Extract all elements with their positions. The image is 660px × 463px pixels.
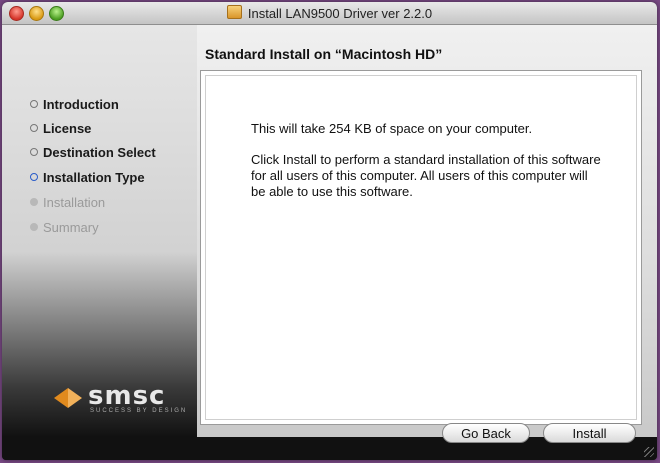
window-title: Install LAN9500 Driver ver 2.2.0 (247, 6, 433, 21)
title-bar[interactable]: Install LAN9500 Driver ver 2.2.0 (2, 2, 657, 25)
package-icon (226, 5, 242, 19)
install-details-message: Click Install to perform a standard inst… (251, 152, 601, 199)
step-bullet-icon (30, 198, 38, 206)
steps-sidebar: Introduction License Destination Select … (2, 25, 197, 437)
step-introduction: Introduction (30, 97, 119, 112)
step-destination-select: Destination Select (30, 145, 156, 160)
installer-window: Install LAN9500 Driver ver 2.2.0 Introdu… (2, 2, 657, 460)
resize-grip[interactable] (644, 447, 654, 457)
window-title-wrap: Install LAN9500 Driver ver 2.2.0 (2, 5, 657, 21)
step-installation-type: Installation Type (30, 170, 145, 185)
step-license: License (30, 121, 91, 136)
logo-mark-right (68, 388, 82, 408)
installer-content: Introduction License Destination Select … (2, 25, 657, 437)
install-button[interactable]: Install (543, 423, 636, 443)
smsc-logo: smsc SUCCESS BY DESIGN (54, 381, 194, 415)
go-back-button[interactable]: Go Back (442, 423, 530, 443)
page-heading: Standard Install on “Macintosh HD” (205, 46, 443, 62)
space-message: This will take 254 KB of space on your c… (251, 121, 533, 136)
message-panel: This will take 254 KB of space on your c… (200, 70, 642, 425)
step-summary: Summary (30, 220, 99, 235)
logo-mark-left (54, 388, 68, 408)
step-bullet-icon (30, 223, 38, 231)
logo-word: smsc (88, 381, 166, 411)
step-bullet-icon (30, 148, 38, 156)
step-bullet-icon (30, 100, 38, 108)
step-installation: Installation (30, 195, 105, 210)
logo-tagline: SUCCESS BY DESIGN (90, 408, 188, 414)
step-bullet-icon (30, 124, 38, 132)
step-bullet-icon (30, 173, 38, 181)
